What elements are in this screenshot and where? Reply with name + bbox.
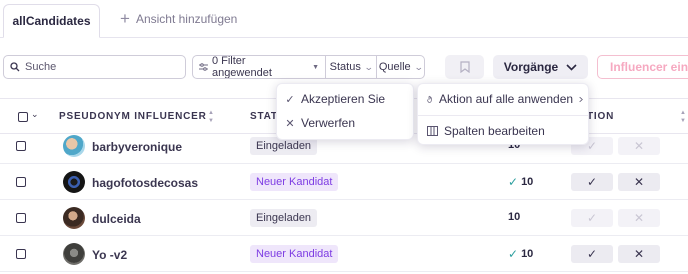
vorgaenge-label: Vorgänge	[503, 60, 559, 74]
influencer-name[interactable]: Yo -v2	[92, 248, 127, 262]
pointer-hand-icon	[427, 95, 432, 103]
check-icon: ✓	[508, 247, 519, 261]
column-header-status[interactable]: STAT	[250, 111, 278, 122]
filter-group: 0 Filter angewendet ▼ Status ⌄ Quelle ⌄	[192, 55, 425, 79]
menu-item-edit-columns[interactable]: Spalten bearbeiten	[427, 124, 545, 138]
score-value: ✓ 10	[508, 175, 534, 189]
status-filter-button[interactable]: Status ⌄	[326, 56, 377, 78]
reject-button[interactable]: ✕	[618, 173, 660, 191]
status-action-menu: ✓ Akzeptieren Sie ✕ Verwerfen	[276, 83, 414, 140]
chevron-down-icon[interactable]: ⌄	[31, 109, 39, 120]
row-checkbox[interactable]	[16, 213, 26, 223]
add-view-button[interactable]: + Ansicht hinzufügen	[120, 8, 237, 30]
influencer-name[interactable]: barbyveronique	[92, 140, 182, 154]
check-icon: ✓	[508, 175, 519, 189]
table-row[interactable]: dulceida Eingeladen 10 ✓ ✕	[0, 200, 688, 236]
column-header-action[interactable]: TION	[587, 111, 614, 122]
row-checkbox[interactable]	[16, 249, 26, 259]
influencer-name[interactable]: hagofotosdecosas	[92, 176, 198, 190]
caret-down-icon: ▼	[312, 63, 319, 71]
search-box[interactable]	[3, 55, 186, 79]
menu-item-accept[interactable]: ✓ Akzeptieren Sie	[285, 92, 385, 106]
menu-item-apply-all[interactable]: Aktion auf alle anwenden	[427, 92, 583, 106]
influencer-name[interactable]: dulceida	[92, 212, 141, 226]
sliders-icon	[199, 63, 208, 71]
chevron-down-icon: ⌄	[363, 61, 374, 72]
plus-icon: +	[120, 8, 130, 28]
reject-button[interactable]: ✕	[618, 209, 660, 227]
view-tab-bar: allCandidates + Ansicht hinzufügen	[0, 0, 688, 38]
menu-item-apply-all-label: Aktion auf alle anwenden	[438, 92, 574, 106]
filter-label: 0 Filter angewendet	[211, 55, 272, 79]
table-row[interactable]: hagofotosdecosas Neuer Kandidat ✓ 10 ✓ ✕	[0, 164, 688, 200]
search-input[interactable]	[25, 61, 175, 73]
status-filter-label: Status	[329, 61, 361, 73]
status-badge: Neuer Kandidat	[250, 173, 339, 191]
avatar	[63, 243, 85, 265]
menu-item-edit-columns-label: Spalten bearbeiten	[444, 124, 545, 138]
add-view-label: Ansicht hinzufügen	[135, 12, 238, 26]
bookmark-icon	[459, 61, 470, 73]
menu-item-reject-label: Verwerfen	[301, 116, 356, 130]
quelle-filter-button[interactable]: Quelle ⌄	[377, 56, 424, 78]
avatar	[63, 207, 85, 229]
avatar	[63, 171, 85, 193]
column-header-influencer[interactable]: PSEUDONYM INFLUENCER	[59, 111, 207, 122]
columns-icon	[427, 126, 438, 136]
close-icon: ✕	[285, 117, 295, 130]
menu-divider	[418, 115, 588, 116]
vorgaenge-menu: Aktion auf alle anwenden Spalten bearbei…	[417, 83, 589, 145]
score-value: 10	[508, 211, 521, 223]
select-all-checkbox[interactable]	[18, 112, 28, 122]
accept-button[interactable]: ✓	[571, 173, 613, 191]
tab-allcandidates[interactable]: allCandidates	[3, 4, 100, 38]
reject-button[interactable]: ✕	[618, 137, 660, 155]
sort-icon[interactable]: ▲ ▼	[680, 110, 686, 124]
chevron-right-icon	[579, 96, 583, 102]
row-checkbox[interactable]	[16, 177, 26, 187]
chevron-down-icon	[566, 63, 577, 71]
row-checkbox[interactable]	[16, 141, 26, 151]
check-icon: ✓	[285, 93, 295, 106]
sort-icon[interactable]: ▲ ▼	[208, 110, 214, 124]
avatar	[63, 135, 85, 157]
search-icon	[10, 62, 20, 72]
menu-item-accept-label: Akzeptieren Sie	[301, 92, 386, 106]
reject-button[interactable]: ✕	[618, 245, 660, 263]
save-view-button[interactable]	[445, 55, 484, 79]
vorgaenge-button[interactable]: Vorgänge	[493, 55, 588, 79]
invite-influencer-button[interactable]: Influencer einla	[597, 55, 688, 79]
accept-button[interactable]: ✓	[571, 209, 613, 227]
filter-button[interactable]: 0 Filter angewendet ▼	[193, 56, 326, 78]
menu-item-reject[interactable]: ✕ Verwerfen	[285, 116, 355, 130]
chevron-down-icon: ⌄	[413, 61, 424, 72]
score-value: ✓ 10	[508, 247, 534, 261]
status-badge: Neuer Kandidat	[250, 245, 339, 263]
accept-button[interactable]: ✓	[571, 245, 613, 263]
status-badge: Eingeladen	[250, 209, 318, 227]
table-row[interactable]: Yo -v2 Neuer Kandidat ✓ 10 ✓ ✕	[0, 236, 688, 272]
quelle-filter-label: Quelle	[378, 61, 411, 73]
